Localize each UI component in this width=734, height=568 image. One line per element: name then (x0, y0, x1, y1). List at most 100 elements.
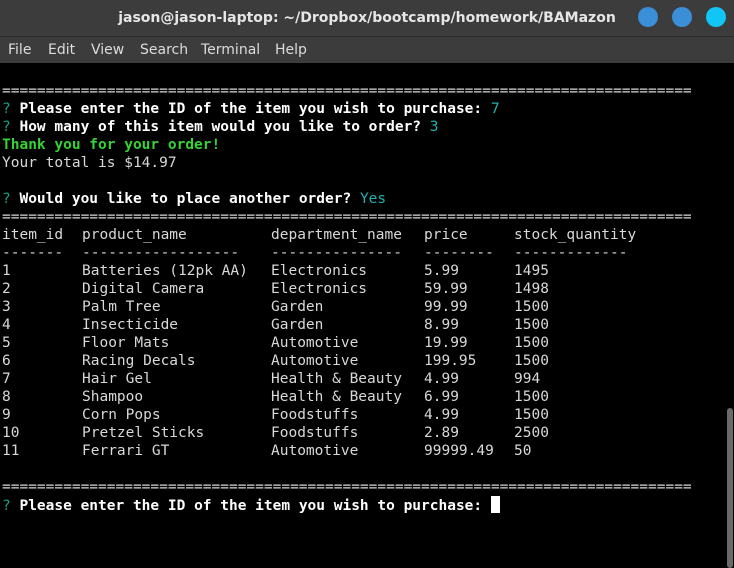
prompt-question: Please enter the ID of the item you wish… (19, 498, 483, 514)
table-cell: 1500 (514, 389, 549, 405)
rule-line: ========================================… (2, 83, 692, 99)
prompt-line-quantity: ? How many of this item would you like t… (2, 118, 439, 136)
table-cell: 1 (2, 263, 11, 279)
table-cell: 7 (2, 371, 11, 387)
table-cell: Pretzel Sticks (82, 425, 205, 441)
scrollbar[interactable] (726, 63, 734, 568)
table-cell: Health & Beauty (271, 371, 402, 387)
table-cell: 4 (2, 317, 11, 333)
rule-line: ========================================… (2, 209, 692, 225)
prompt-question: Would you like to place another order? (19, 191, 352, 207)
prompt-answer: 7 (490, 101, 500, 117)
menu-terminal[interactable]: Terminal (201, 37, 260, 63)
table-cell: Foodstuffs (271, 425, 359, 441)
menu-help[interactable]: Help (275, 37, 307, 63)
table-cell: 2.89 (424, 425, 459, 441)
table-cell: Automotive (271, 353, 359, 369)
rule-line: ========================================… (2, 479, 692, 495)
table-cell: 1500 (514, 407, 549, 423)
table-cell: 3 (2, 299, 11, 315)
table-cell: Automotive (271, 443, 359, 459)
table-cell: Batteries (12pk AA) (82, 263, 248, 279)
table-cell: 1500 (514, 353, 549, 369)
table-cell: 8.99 (424, 317, 459, 333)
title-bar: jason@jason-laptop: ~/Dropbox/bootcamp/h… (0, 0, 734, 37)
prompt-marker: ? (2, 191, 11, 207)
table-cell: 994 (514, 371, 541, 387)
table-cell: 99.99 (424, 299, 468, 315)
table-cell: 1500 (514, 335, 549, 351)
total-message: Your total is $14.97 (2, 155, 177, 171)
table-cell: 2500 (514, 425, 549, 441)
table-cell: 5 (2, 335, 11, 351)
table-header-cell: stock_quantity (514, 227, 637, 243)
thanks-message: Thank you for your order! (2, 137, 221, 153)
prompt-line-again: ? Would you like to place another order?… (2, 190, 386, 208)
prompt-answer: Yes (359, 191, 387, 207)
minimize-button[interactable] (638, 7, 658, 27)
table-cell: 11 (2, 443, 20, 459)
window-title: jason@jason-laptop: ~/Dropbox/bootcamp/h… (118, 10, 616, 26)
prompt-marker: ? (2, 119, 11, 135)
prompt-line-current: ? Please enter the ID of the item you wi… (2, 496, 500, 514)
table-header-cell: department_name (271, 227, 402, 243)
table-cell: 1500 (514, 317, 549, 333)
table-underline: --------------- (271, 245, 402, 261)
table-header-cell: price (424, 227, 468, 243)
table-cell: 4.99 (424, 407, 459, 423)
table-cell: Racing Decals (82, 353, 196, 369)
table-cell: 6.99 (424, 389, 459, 405)
table-cell: Automotive (271, 335, 359, 351)
table-header-cell: item_id (2, 227, 64, 243)
table-cell: Ferrari GT (82, 443, 170, 459)
close-button[interactable] (706, 7, 726, 27)
table-header-cell: product_name (82, 227, 187, 243)
table-cell: 6 (2, 353, 11, 369)
prompt-marker: ? (2, 101, 11, 117)
table-cell: 1495 (514, 263, 549, 279)
menu-search[interactable]: Search (140, 37, 188, 63)
table-cell: Insecticide (82, 317, 179, 333)
table-cell: Electronics (271, 281, 368, 297)
terminal-output[interactable]: ========================================… (0, 63, 734, 514)
table-cell: 9 (2, 407, 11, 423)
table-cell: Corn Pops (82, 407, 161, 423)
table-cell: 1500 (514, 299, 549, 315)
table-cell: 10 (2, 425, 20, 441)
table-underline: ------------------ (82, 245, 240, 261)
prompt-marker: ? (2, 498, 11, 514)
table-cell: 19.99 (424, 335, 468, 351)
prompt-question: Please enter the ID of the item you wish… (19, 101, 483, 117)
menu-bar: File Edit View Search Terminal Help (0, 37, 734, 63)
table-underline: ------- (2, 245, 64, 261)
table-cell: Shampoo (82, 389, 144, 405)
table-cell: 4.99 (424, 371, 459, 387)
table-cell: Foodstuffs (271, 407, 359, 423)
text-cursor (490, 496, 500, 513)
table-cell: 50 (514, 443, 532, 459)
table-cell: Hair Gel (82, 371, 152, 387)
table-cell: 5.99 (424, 263, 459, 279)
menu-view[interactable]: View (91, 37, 124, 63)
table-cell: 99999.49 (424, 443, 494, 459)
table-cell: 8 (2, 389, 11, 405)
maximize-button[interactable] (672, 7, 692, 27)
table-cell: Health & Beauty (271, 389, 402, 405)
menu-file[interactable]: File (8, 37, 31, 63)
scrollbar-thumb[interactable] (727, 408, 733, 568)
prompt-line-id: ? Please enter the ID of the item you wi… (2, 100, 500, 118)
table-cell: Palm Tree (82, 299, 161, 315)
prompt-answer: 3 (429, 119, 439, 135)
table-cell: 59.99 (424, 281, 468, 297)
table-underline: ------------- (514, 245, 628, 261)
table-cell: Floor Mats (82, 335, 170, 351)
prompt-question: How many of this item would you like to … (19, 119, 422, 135)
table-cell: 1498 (514, 281, 549, 297)
table-underline: -------- (424, 245, 494, 261)
table-cell: Electronics (271, 263, 368, 279)
table-cell: Garden (271, 299, 324, 315)
menu-edit[interactable]: Edit (48, 37, 75, 63)
table-cell: Garden (271, 317, 324, 333)
table-cell: 2 (2, 281, 11, 297)
table-cell: Digital Camera (82, 281, 205, 297)
